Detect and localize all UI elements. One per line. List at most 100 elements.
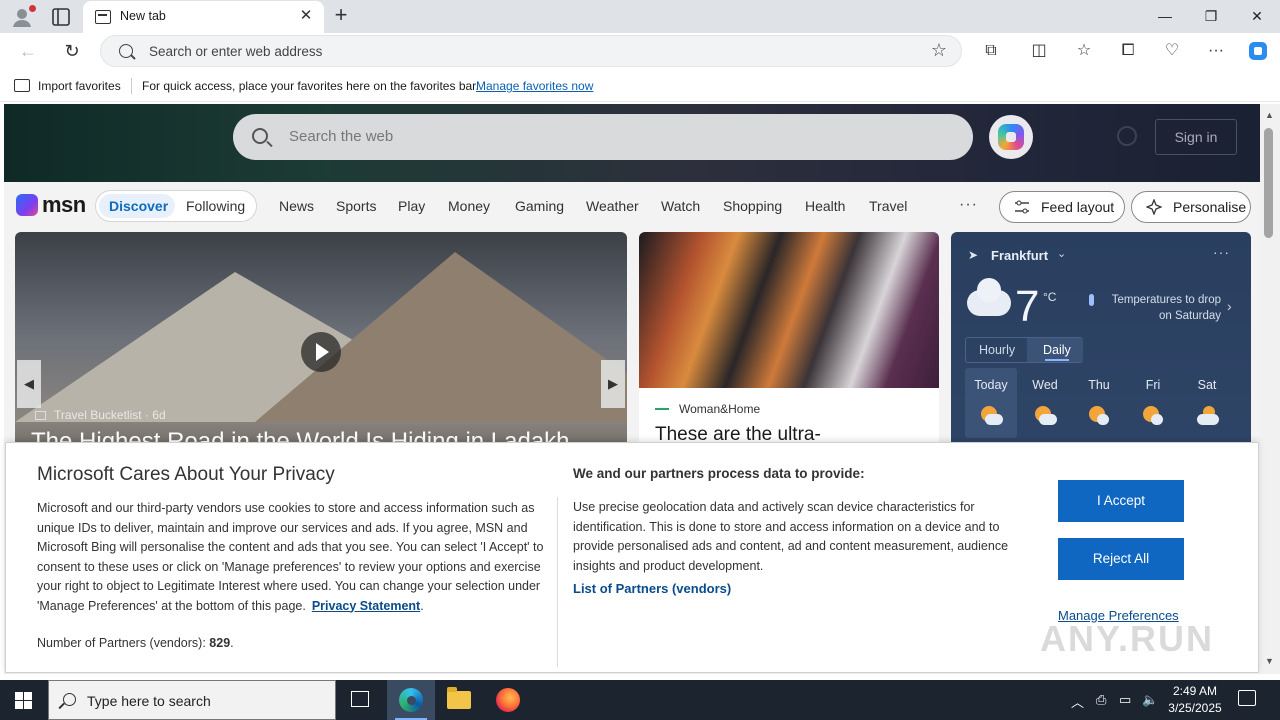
folder-icon <box>447 687 471 709</box>
sign-in-button[interactable]: Sign in <box>1155 119 1237 155</box>
network-icon[interactable]: ▭ <box>1119 692 1131 708</box>
new-tab-button[interactable]: + <box>330 4 352 27</box>
copilot-button[interactable] <box>989 115 1033 159</box>
taskbar-edge[interactable] <box>387 680 435 720</box>
tab-following[interactable]: Following <box>186 198 245 214</box>
device-icon[interactable]: ⎙ <box>1096 692 1106 708</box>
carousel-next-button[interactable]: ▶ <box>601 360 625 408</box>
taskbar-search-box[interactable]: Type here to search <box>48 680 336 720</box>
hourly-tab[interactable]: Hourly <box>979 343 1015 357</box>
play-video-icon[interactable] <box>301 332 341 372</box>
task-view-button[interactable] <box>336 680 384 720</box>
nav-watch[interactable]: Watch <box>661 198 700 214</box>
extensions-icon[interactable]: ⧉ <box>979 40 1003 64</box>
privacy-statement-link[interactable]: Privacy Statement <box>312 599 420 613</box>
clock-time: 2:49 AM <box>1172 684 1218 698</box>
tab-new-tab[interactable]: New tab ✕ <box>83 1 324 33</box>
daily-forecast: Today Wed Thu Fri Sat <box>965 368 1237 438</box>
copilot-icon[interactable] <box>1246 40 1270 64</box>
divider <box>557 497 558 667</box>
weather-location[interactable]: Frankfurt <box>991 248 1048 263</box>
settings-gear-icon[interactable] <box>1117 126 1137 146</box>
forecast-day[interactable]: Fri <box>1127 368 1179 438</box>
more-categories-icon[interactable]: ··· <box>959 196 978 214</box>
personalise-button[interactable]: Personalise <box>1131 191 1251 223</box>
story-image <box>639 232 939 388</box>
nav-news[interactable]: News <box>279 198 314 214</box>
profile-avatar-icon[interactable] <box>10 5 36 29</box>
nav-health[interactable]: Health <box>805 198 845 214</box>
more-menu-icon[interactable]: ··· <box>1204 40 1228 64</box>
favorites-icon[interactable]: ☆ <box>1072 40 1096 64</box>
scrollbar-thumb[interactable] <box>1264 128 1273 238</box>
story-source: Woman&Home <box>655 402 760 416</box>
scroll-up-icon[interactable]: ▲ <box>1265 110 1274 120</box>
privacy-title: Microsoft Cares About Your Privacy <box>37 464 335 485</box>
tab-actions-icon[interactable] <box>50 6 72 28</box>
volume-icon[interactable]: 🔈 <box>1142 692 1158 708</box>
thermometer-icon <box>1089 294 1094 306</box>
favorite-star-icon[interactable]: ☆ <box>931 40 947 61</box>
nav-gaming[interactable]: Gaming <box>515 198 564 214</box>
partly-sunny-icon <box>1087 406 1111 426</box>
close-window-button[interactable]: ✕ <box>1234 0 1280 33</box>
divider <box>131 78 132 94</box>
forecast-day[interactable]: Thu <box>1073 368 1125 438</box>
data-processing-text: Use precise geolocation data and activel… <box>573 500 1009 573</box>
show-hidden-icons-chevron-icon[interactable]: ︿ <box>1071 692 1084 711</box>
nav-sports[interactable]: Sports <box>336 198 376 214</box>
reject-all-button[interactable]: Reject All <box>1058 538 1184 580</box>
active-tab-underline <box>1045 359 1069 361</box>
temperature-unit[interactable]: °C <box>1043 290 1056 304</box>
privacy-body-text: Microsoft and our third-party vendors us… <box>37 501 544 613</box>
hourly-daily-toggle: Hourly Daily <box>965 337 1083 363</box>
daily-tab[interactable]: Daily <box>1043 343 1071 357</box>
forecast-day[interactable]: Sat <box>1181 368 1233 438</box>
firefox-icon <box>496 688 520 712</box>
minimize-button[interactable]: — <box>1142 0 1188 33</box>
taskbar-file-explorer[interactable] <box>435 680 483 720</box>
chevron-down-icon[interactable]: ⌄ <box>1057 247 1066 260</box>
msn-butterfly-icon <box>16 194 38 216</box>
split-screen-icon[interactable]: ◫ <box>1027 40 1051 64</box>
layout-sliders-icon <box>1014 199 1030 215</box>
current-temperature: 7 <box>1015 282 1040 331</box>
nav-shopping[interactable]: Shopping <box>723 198 782 214</box>
list-of-partners-link[interactable]: List of Partners (vendors) <box>573 581 731 596</box>
privacy-body: Microsoft and our third-party vendors us… <box>37 501 544 613</box>
import-favorites-button[interactable]: Import favorites <box>38 79 121 93</box>
weather-alert-text[interactable]: Temperatures to drop on Saturday <box>1101 292 1221 324</box>
accept-button[interactable]: I Accept <box>1058 480 1184 522</box>
refresh-button[interactable]: ↻ <box>60 40 84 64</box>
more-options-icon[interactable]: ··· <box>1213 244 1230 260</box>
nav-money[interactable]: Money <box>448 198 490 214</box>
feed-layout-button[interactable]: Feed layout <box>999 191 1125 223</box>
carousel-prev-button[interactable]: ◀ <box>17 360 41 408</box>
chevron-right-icon[interactable]: › <box>1227 298 1232 314</box>
scroll-down-icon[interactable]: ▼ <box>1265 656 1274 666</box>
manage-favorites-link[interactable]: Manage favorites now <box>476 79 593 93</box>
restore-button[interactable]: ❐ <box>1188 0 1234 33</box>
notifications-icon[interactable] <box>1238 690 1256 706</box>
back-button[interactable]: ← <box>16 40 40 64</box>
system-clock[interactable]: 2:49 AM 3/25/2025 <box>1160 683 1230 717</box>
clock-date: 3/25/2025 <box>1168 701 1222 715</box>
favorites-bar: Import favorites For quick access, place… <box>0 70 1280 102</box>
nav-weather[interactable]: Weather <box>586 198 639 214</box>
nav-play[interactable]: Play <box>398 198 425 214</box>
forecast-day[interactable]: Wed <box>1019 368 1071 438</box>
msn-logo[interactable]: msn <box>16 192 86 218</box>
start-button[interactable] <box>0 680 48 720</box>
close-tab-icon[interactable]: ✕ <box>298 8 314 24</box>
page-scrollbar[interactable]: ▲ ▼ <box>1260 104 1280 674</box>
nav-travel[interactable]: Travel <box>869 198 907 214</box>
taskbar-firefox[interactable] <box>484 680 532 720</box>
source-name: Travel Bucketlist <box>54 408 142 422</box>
browser-essentials-icon[interactable]: ♡ <box>1160 40 1184 64</box>
taskbar-search-placeholder: Type here to search <box>87 693 211 709</box>
tab-discover[interactable]: Discover <box>109 198 168 214</box>
forecast-day[interactable]: Today <box>965 368 1017 438</box>
collections-icon[interactable]: ⧠ <box>1116 40 1140 64</box>
address-bar[interactable]: Search or enter web address ☆ <box>100 35 962 67</box>
web-search-box[interactable]: Search the web <box>233 114 973 160</box>
